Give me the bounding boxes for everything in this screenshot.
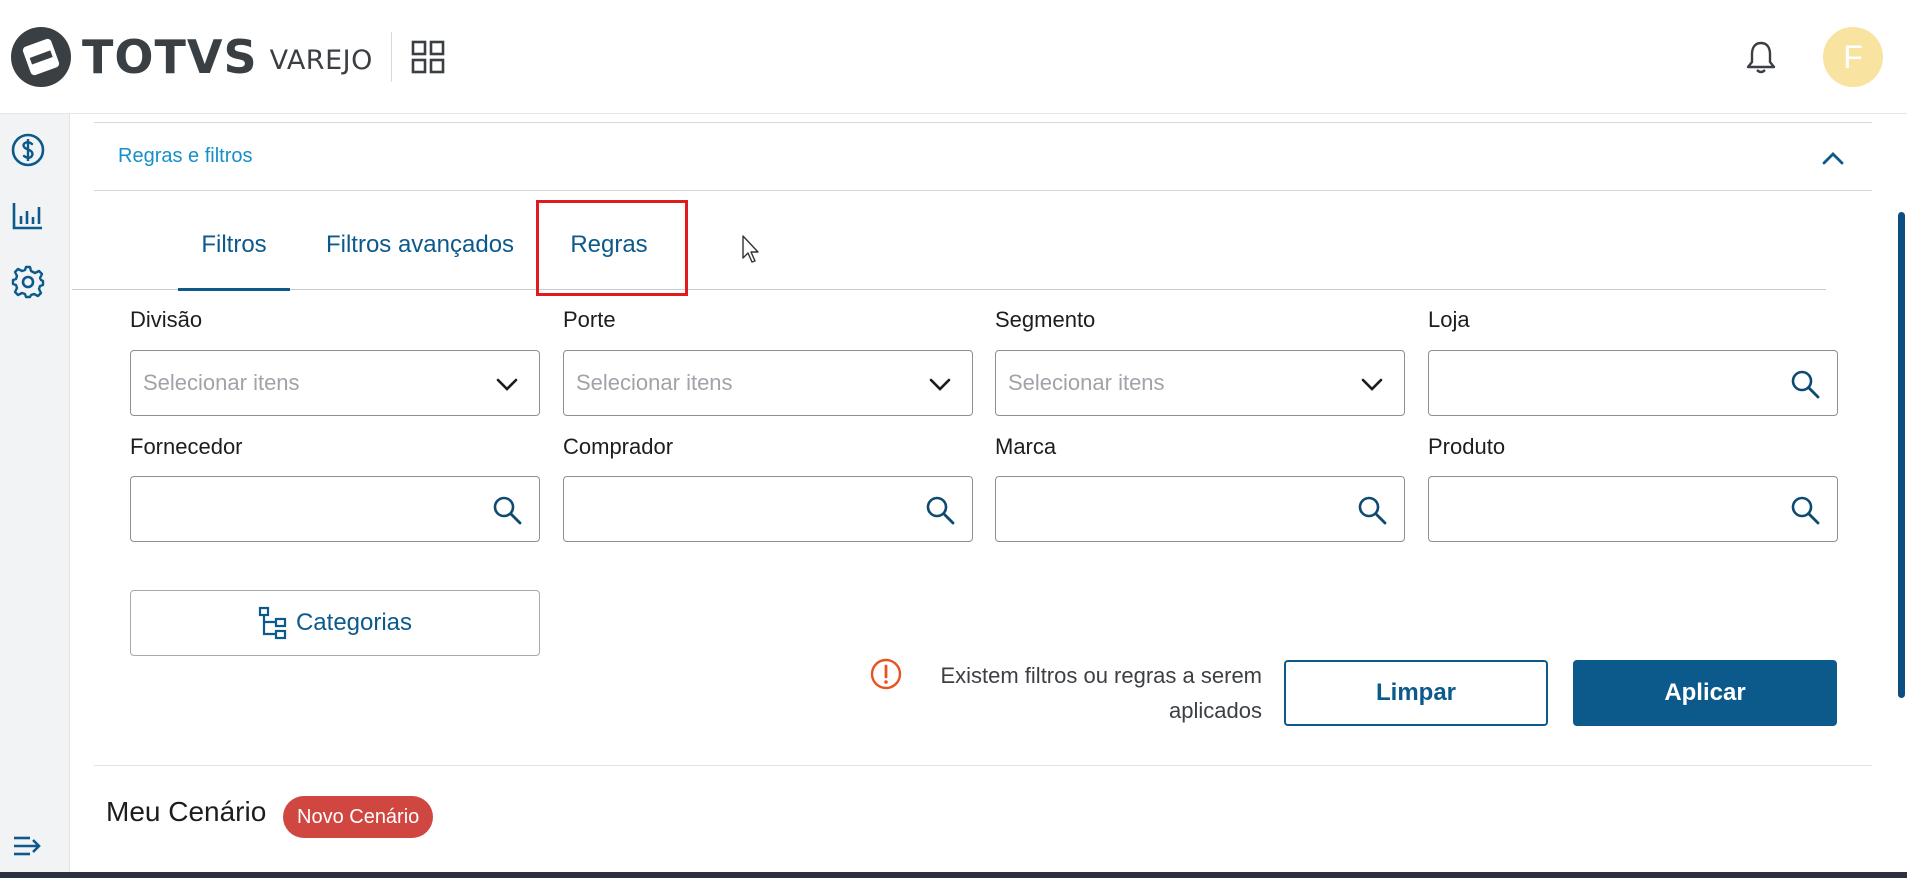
dollar-icon[interactable] <box>10 132 46 168</box>
segmento-label: Segmento <box>995 307 1096 332</box>
totvs-logo-icon <box>11 26 71 87</box>
logo-subtitle: VAREJO <box>269 45 373 76</box>
sidebar <box>0 114 70 878</box>
avatar[interactable]: F <box>1823 27 1883 87</box>
fornecedor-label: Fornecedor <box>130 434 243 459</box>
categorias-label: Categorias <box>295 609 413 636</box>
search-icon[interactable] <box>1356 494 1388 526</box>
search-icon[interactable] <box>924 494 956 526</box>
aplicar-button[interactable]: Aplicar <box>1573 660 1837 726</box>
apps-grid-icon[interactable] <box>410 39 446 75</box>
loja-label: Loja <box>1428 307 1470 332</box>
divisao-label: Divisão <box>130 307 203 332</box>
chevron-down-icon <box>496 378 518 391</box>
loja-input[interactable] <box>1428 350 1838 416</box>
tab-filtros-avancados[interactable]: Filtros avançados <box>314 200 526 290</box>
bottom-edge <box>0 872 1907 878</box>
chevron-down-icon <box>929 378 951 391</box>
fornecedor-input[interactable] <box>130 476 540 542</box>
section-divider <box>94 765 1872 766</box>
produto-label: Produto <box>1428 434 1506 459</box>
scrollbar[interactable] <box>1895 114 1907 878</box>
tab-filtros[interactable]: Filtros <box>178 200 290 291</box>
logo-text: TOTVS <box>82 29 258 84</box>
accordion-header[interactable]: Regras e filtros <box>94 122 1872 191</box>
scenario-title: Meu Cenário <box>106 796 267 827</box>
tab-bar: Filtros Filtros avançados Regras <box>72 200 1826 291</box>
comprador-input[interactable] <box>563 476 973 542</box>
scenario-badge[interactable]: Novo Cenário <box>283 796 434 838</box>
segmento-select[interactable]: Selecionar itens <box>995 350 1405 416</box>
porte-placeholder: Selecionar itens <box>576 370 733 395</box>
header-actions: F <box>1743 0 1883 114</box>
segmento-placeholder: Selecionar itens <box>1008 370 1165 395</box>
produto-input[interactable] <box>1428 476 1838 542</box>
warning-text: Existem filtros ou regras a serem aplica… <box>940 663 1262 723</box>
chevron-down-icon <box>1361 378 1383 391</box>
porte-label: Porte <box>563 307 616 332</box>
mouse-cursor-icon <box>742 235 759 263</box>
search-icon[interactable] <box>1789 368 1821 400</box>
porte-select[interactable]: Selecionar itens <box>563 350 973 416</box>
search-icon[interactable] <box>491 494 523 526</box>
search-icon[interactable] <box>1789 494 1821 526</box>
categorias-button[interactable]: Categorias <box>130 590 540 656</box>
expand-menu-icon[interactable] <box>10 828 46 864</box>
gear-icon[interactable] <box>10 264 46 300</box>
divisao-select[interactable]: Selecionar itens <box>130 350 540 416</box>
marca-label: Marca <box>995 434 1057 459</box>
app-header: TOTVS VAREJO F <box>0 0 1907 114</box>
comprador-label: Comprador <box>563 434 674 459</box>
totvs-logo[interactable]: TOTVS VAREJO <box>10 0 373 113</box>
limpar-button[interactable]: Limpar <box>1284 660 1548 726</box>
divisao-placeholder: Selecionar itens <box>143 370 300 395</box>
tree-structure-icon <box>258 606 287 640</box>
header-separator <box>390 31 392 82</box>
accordion-title: Regras e filtros <box>118 145 253 167</box>
chevron-up-icon[interactable] <box>1820 145 1846 171</box>
bell-icon[interactable] <box>1743 39 1779 75</box>
tab-highlight-box <box>536 200 688 296</box>
alert-circle-icon <box>870 658 902 690</box>
pending-filters-warning: Existem filtros ou regras a serem aplica… <box>870 658 1262 728</box>
scrollbar-thumb[interactable] <box>1898 212 1905 698</box>
bar-chart-icon[interactable] <box>10 198 46 234</box>
marca-input[interactable] <box>995 476 1405 542</box>
